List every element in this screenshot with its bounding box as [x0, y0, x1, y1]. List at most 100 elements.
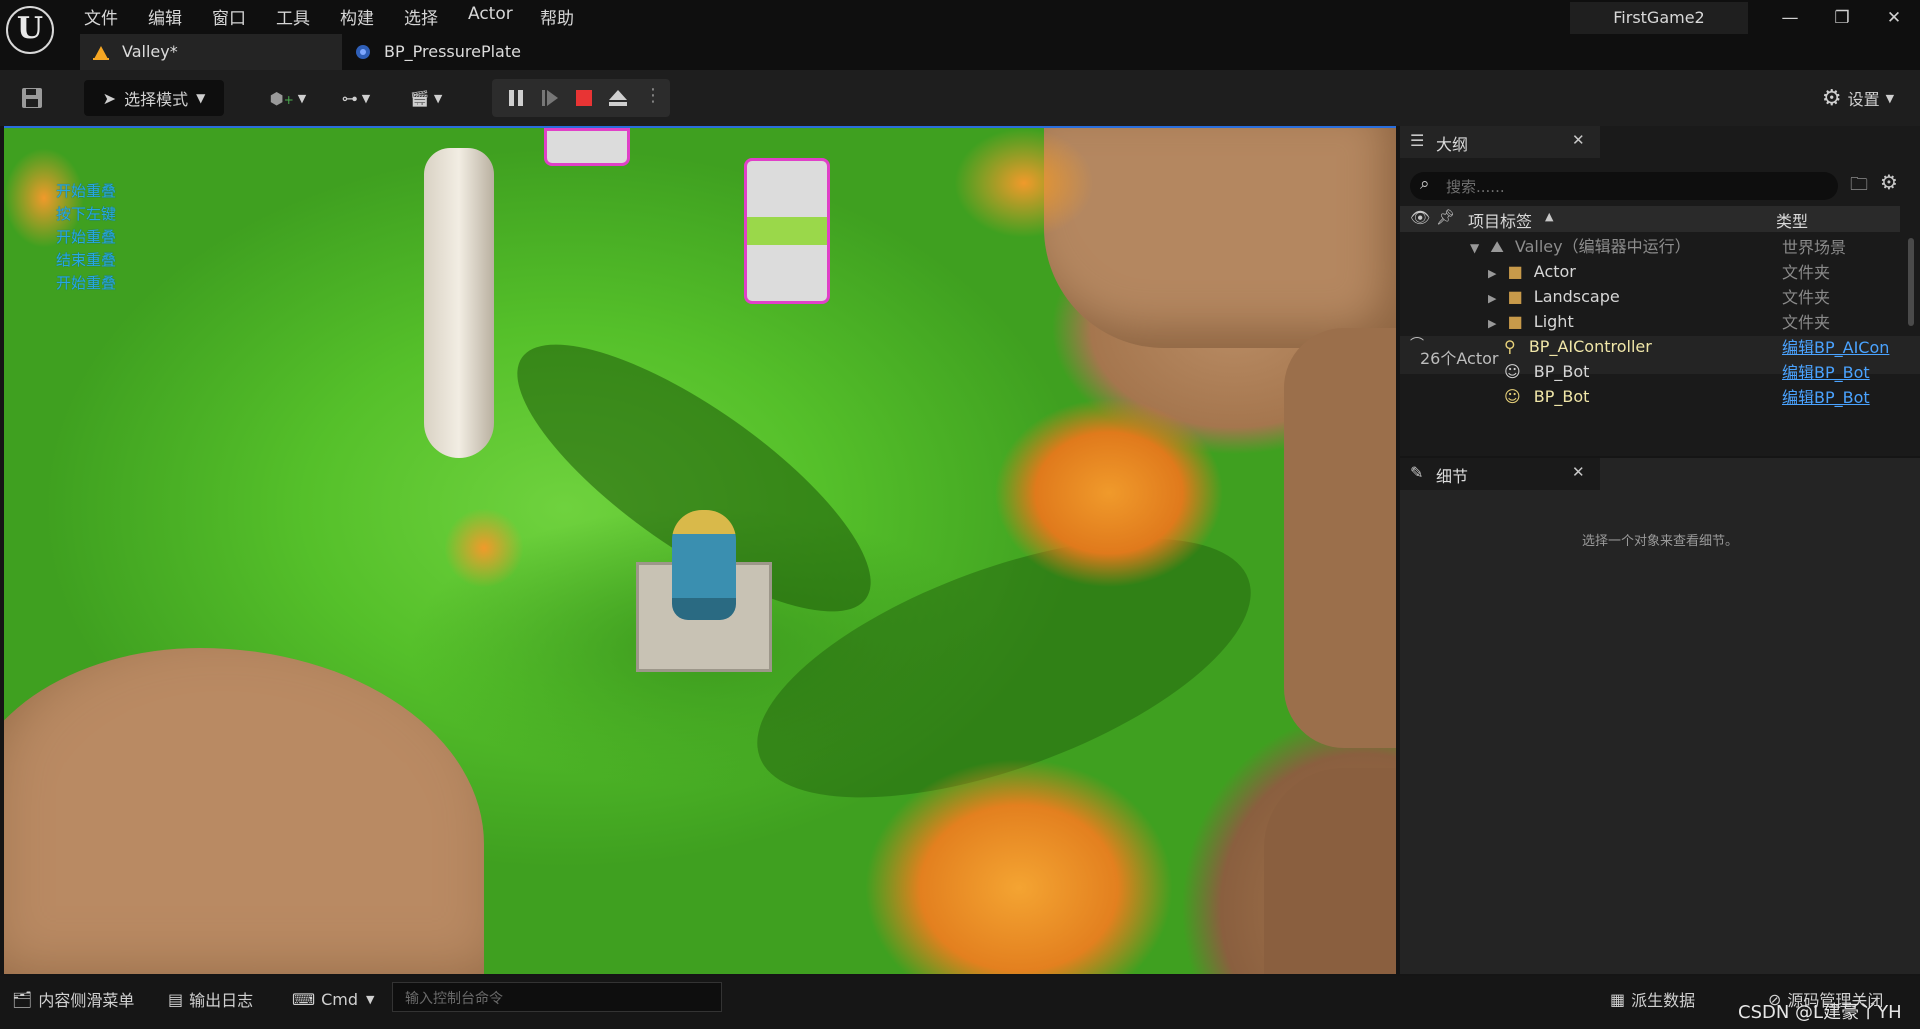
tab-valley[interactable]: Valley* [80, 34, 342, 70]
edit-blueprint-link[interactable]: 编辑BP_Bot [1782, 359, 1870, 383]
row-type: 世界场景 [1782, 238, 1847, 257]
details-tab-label: 细节 [1436, 467, 1469, 486]
clapper-icon: 🎬︎ [409, 88, 430, 108]
outliner-scrollbar[interactable] [1908, 238, 1914, 326]
close-icon[interactable]: ✕ [1874, 4, 1914, 32]
bot-character [672, 510, 736, 620]
list-item[interactable]: ▶ ■ Light [1488, 309, 1574, 334]
outliner-icon: ☰ [1410, 131, 1425, 150]
log-line: 开始重叠 [56, 182, 117, 200]
row-label: BP_Bot [1533, 362, 1590, 381]
chevron-down-icon: ▼ [433, 91, 443, 105]
list-item[interactable]: ▶ ■ Landscape [1488, 284, 1620, 309]
output-log-button[interactable]: ▤ 输出日志 [168, 982, 253, 1016]
restore-icon[interactable]: ❐ [1822, 4, 1862, 32]
step-frame-icon[interactable] [540, 88, 560, 108]
pawn-icon: ☺ [1504, 387, 1521, 406]
menu-help[interactable]: 帮助 [540, 4, 574, 29]
add-folder-icon[interactable]: 🗀 [1850, 172, 1868, 202]
close-icon[interactable]: ✕ [1572, 463, 1585, 481]
rock [1264, 768, 1396, 974]
status-bar: 🗂︎ 内容侧滑菜单 ▤ 输出日志 ⌨ Cmd ▼ 输入控制台命令 ▦ 派生数据 … [0, 976, 1920, 1029]
chevron-down-icon: ▼ [361, 91, 371, 105]
column-type[interactable]: 类型 [1776, 208, 1808, 232]
blueprint-icon [356, 45, 370, 59]
mode-label: 选择模式 [124, 90, 189, 109]
pause-icon[interactable] [506, 88, 526, 108]
row-label: Valley（编辑器中运行） [1514, 237, 1691, 256]
settings-button[interactable]: ⚙ 设置 ▼ [1810, 80, 1906, 116]
gear-icon: ⚙ [1821, 85, 1842, 111]
log-line: 结束重叠 [56, 251, 117, 269]
row-label: Actor [1533, 262, 1576, 281]
unreal-logo-icon[interactable]: U [6, 6, 54, 54]
eject-icon[interactable] [608, 88, 628, 108]
list-item[interactable]: ▶ ■ Actor [1488, 259, 1576, 284]
console-input[interactable]: 输入控制台命令 [392, 982, 722, 1012]
edit-blueprint-link[interactable]: 编辑BP_Bot [1782, 384, 1870, 408]
derived-data-icon: ▦ [1610, 989, 1626, 1009]
menu-window[interactable]: 窗口 [212, 4, 246, 29]
list-item[interactable]: ☺ BP_Bot [1504, 384, 1589, 409]
content-drawer-button[interactable]: 🗂︎ 内容侧滑菜单 [12, 982, 134, 1016]
actor-count: 26个Actor [1420, 349, 1499, 368]
expand-arrow-icon[interactable]: ▶ [1488, 292, 1496, 305]
hidden-eye-icon[interactable]: ⌒ [1410, 334, 1424, 354]
collapse-arrow-icon[interactable]: ▼ [1470, 241, 1479, 255]
output-log-icon: ▤ [168, 989, 184, 1009]
derived-data-button[interactable]: ▦ 派生数据 [1610, 982, 1695, 1016]
chevron-down-icon: ▼ [366, 992, 375, 1006]
menu-tools[interactable]: 工具 [276, 4, 310, 29]
rock [1044, 128, 1396, 348]
menu-select[interactable]: 选择 [404, 4, 438, 29]
menu-build[interactable]: 构建 [340, 4, 374, 29]
blueprint-menu-button[interactable]: ⊶ ▼ [330, 80, 382, 116]
close-icon[interactable]: ✕ [1572, 131, 1585, 149]
expand-arrow-icon[interactable]: ▶ [1488, 267, 1496, 280]
main-toolbar: ➤ 选择模式 ▼ ⬢+ ▼ ⊶ ▼ 🎬︎ ▼ ⋮ ⚙ 设置 ▼ [0, 70, 1920, 126]
list-item[interactable]: ▼ ⛰︎ Valley（编辑器中运行） [1470, 234, 1691, 259]
stop-icon[interactable] [574, 88, 594, 108]
menu-edit[interactable]: 编辑 [148, 4, 182, 29]
chevron-down-icon: ▼ [196, 91, 206, 105]
orange-plant [864, 758, 1174, 974]
expand-arrow-icon[interactable]: ▶ [1488, 317, 1496, 330]
save-icon[interactable] [20, 86, 44, 110]
gear-icon[interactable]: ⚙ [1880, 170, 1898, 194]
more-options-icon[interactable]: ⋮ [644, 85, 662, 106]
search-input[interactable]: 搜索...... [1446, 176, 1505, 197]
minimize-icon[interactable]: — [1770, 4, 1810, 32]
row-label: BP_AIController [1528, 337, 1652, 356]
orange-plant [994, 398, 1224, 588]
menu-file[interactable]: 文件 [84, 4, 118, 29]
column-item-label[interactable]: 项目标签 [1468, 208, 1532, 232]
level-icon [93, 46, 109, 60]
tab-bp-pressureplate[interactable]: BP_PressurePlate [342, 34, 592, 70]
folder-icon: ■ [1507, 262, 1523, 281]
row-type: 文件夹 [1782, 288, 1831, 307]
crate [544, 128, 630, 166]
folder-icon: ■ [1507, 312, 1523, 331]
play-controls: ⋮ [492, 79, 670, 117]
list-item[interactable]: ⚲ BP_AIController [1504, 334, 1652, 359]
rock [1284, 328, 1396, 748]
tab-outliner[interactable]: ☰ 大纲 ✕ [1400, 126, 1600, 158]
content-drawer-label: 内容侧滑菜单 [38, 991, 135, 1010]
mode-select[interactable]: ➤ 选择模式 ▼ [84, 80, 224, 116]
level-viewport[interactable]: 开始重叠 按下左键 开始重叠 结束重叠 开始重叠 [4, 126, 1396, 974]
project-name: FirstGame2 [1570, 2, 1748, 34]
folder-icon: ■ [1507, 287, 1523, 306]
eye-icon[interactable]: 👁︎ [1410, 208, 1430, 227]
cmd-label: Cmd [321, 989, 359, 1009]
cinematics-button[interactable]: 🎬︎ ▼ [400, 80, 452, 116]
tab-details[interactable]: ✎ 细节 ✕ [1400, 458, 1600, 490]
search-input-wrap[interactable]: ⌕ 搜索...... [1410, 172, 1838, 200]
menu-actor[interactable]: Actor [468, 4, 513, 24]
pin-icon[interactable]: 📌︎ [1436, 208, 1455, 226]
add-actor-icon: ⬢+ [269, 88, 294, 108]
edit-blueprint-link[interactable]: 编辑BP_AICon [1782, 334, 1889, 358]
terminal-icon: ⌨ [292, 989, 316, 1009]
list-item[interactable]: ☺ BP_Bot [1504, 359, 1589, 384]
cmd-select[interactable]: ⌨ Cmd ▼ [292, 982, 374, 1016]
add-actor-button[interactable]: ⬢+ ▼ [262, 80, 314, 116]
